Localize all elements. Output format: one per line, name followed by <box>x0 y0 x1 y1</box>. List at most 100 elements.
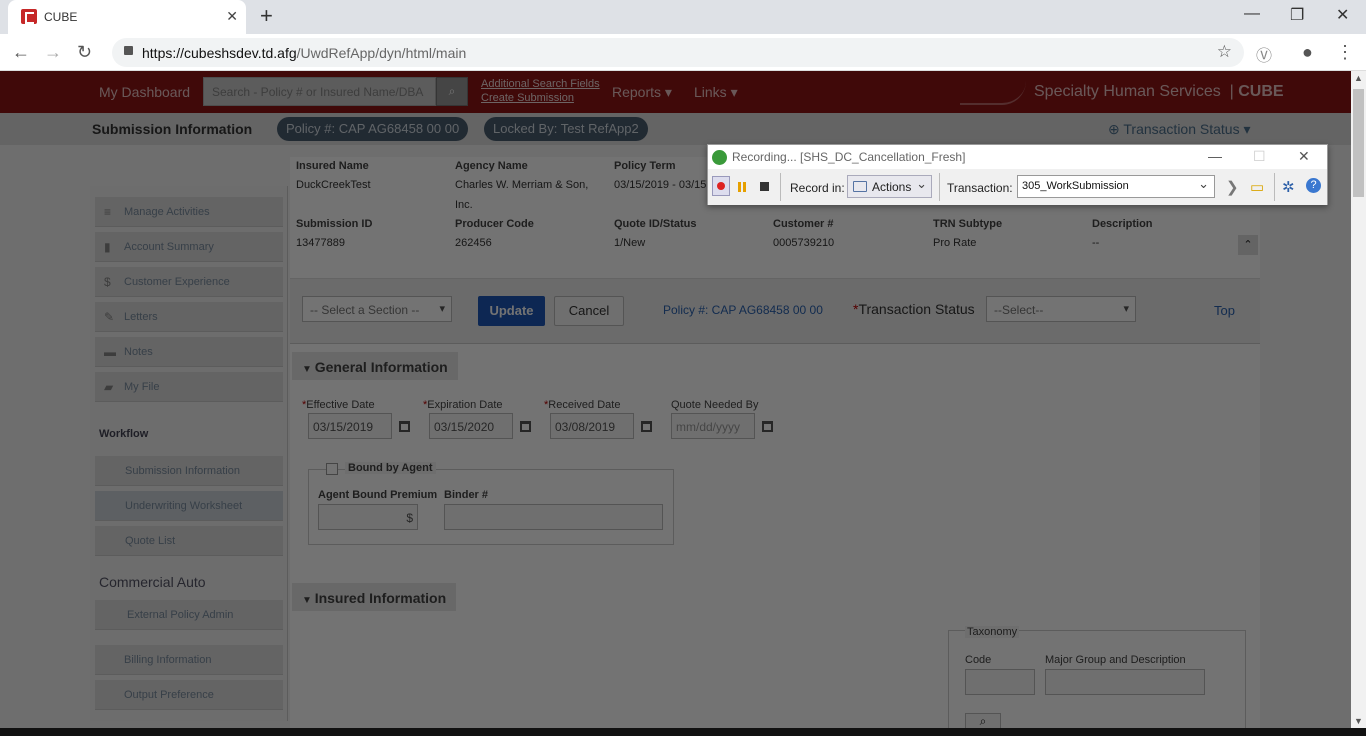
sidebar-item-external-policy-admin[interactable]: External Policy Admin <box>95 600 283 630</box>
page-title: Submission Information <box>92 121 253 137</box>
record-icon[interactable] <box>712 176 730 196</box>
sidebar-item-manage-activities[interactable]: ≡ Manage Activities <box>95 197 283 227</box>
received-date-input[interactable]: 03/08/2019 <box>550 413 634 439</box>
calendar-icon[interactable] <box>399 421 410 432</box>
sidebar-item-billing-information[interactable]: Billing Information <box>95 645 283 675</box>
section-select[interactable]: -- Select a Section -- <box>302 296 452 322</box>
taxonomy-search-icon[interactable]: ⌕ <box>965 713 1001 728</box>
sidebar-item-notes[interactable]: ▬ Notes <box>95 337 283 367</box>
effective-date-input[interactable]: 03/15/2019 <box>308 413 392 439</box>
restore-icon[interactable]: ❐ <box>1290 5 1304 25</box>
back-icon[interactable]: ← <box>12 42 30 63</box>
sidebar-item-account-summary[interactable]: ▮ Account Summary <box>95 232 283 262</box>
scroll-up-icon[interactable]: ▲ <box>1354 73 1363 83</box>
policy-search-input[interactable]: Search - Policy # or Insured Name/DBA <box>203 77 436 106</box>
browser-toolbar: ← → ↻ https://cubeshsdev.td.afg/UwdRefAp… <box>0 34 1366 71</box>
plus-circle-icon: ⊕ <box>1108 121 1124 137</box>
insured-information-heading[interactable]: ▼ Insured Information <box>292 583 457 611</box>
sidebar-item-my-file[interactable]: ▰ My File <box>95 372 283 402</box>
recorder-titlebar: Recording... [SHS_DC_Cancellation_Fresh]… <box>708 145 1327 169</box>
bound-by-agent-label: Bound by Agent <box>345 462 436 474</box>
calendar-icon[interactable] <box>641 421 652 432</box>
my-dashboard-link[interactable]: My Dashboard <box>99 84 190 100</box>
binder-number-input[interactable] <box>444 504 663 530</box>
producer-code-label: Producer Code <box>455 218 534 230</box>
close-window-icon[interactable]: ✕ <box>1336 5 1349 25</box>
sidebar-item-quote-list[interactable]: Quote List <box>95 526 283 556</box>
page-scrollbar[interactable]: ▲ ▼ <box>1351 71 1366 728</box>
quote-status-value: 1/New <box>614 237 646 249</box>
collapse-chevrons-icon[interactable]: ⌃ <box>1238 235 1258 255</box>
divider <box>780 173 781 201</box>
spy-settings-icon[interactable]: ✲ <box>1282 178 1295 196</box>
recorder-close-icon[interactable]: ✕ <box>1298 148 1310 165</box>
sidebar: ≡ Manage Activities ▮ Account Summary $ Cus… <box>90 186 288 721</box>
sidebar-item-customer-experience[interactable]: $ Customer Experience <box>95 267 283 297</box>
sidebar-item-underwriting-worksheet[interactable]: Underwriting Worksheet <box>95 491 283 521</box>
address-bar[interactable]: https://cubeshsdev.td.afg/UwdRefApp/dyn/… <box>112 38 1244 67</box>
lock-icon <box>124 46 133 55</box>
policy-term-label: Policy Term <box>614 160 676 172</box>
additional-search-fields-link[interactable]: Additional Search Fields <box>481 77 600 91</box>
general-information-heading[interactable]: ▼ General Information <box>292 352 458 380</box>
major-group-label: Major Group and Description <box>1045 654 1186 666</box>
forward-icon[interactable]: → <box>44 42 62 63</box>
close-tab-icon[interactable]: ✕ <box>226 8 238 25</box>
calendar-icon[interactable] <box>762 421 773 432</box>
help-icon[interactable]: ? <box>1306 178 1321 193</box>
pause-icon[interactable] <box>738 182 746 192</box>
top-link[interactable]: Top <box>1214 303 1235 318</box>
agent-bound-premium-input[interactable]: $ <box>318 504 418 530</box>
calendar-icon[interactable] <box>520 421 531 432</box>
browser-tabstrip: CUBE ✕ + — ❐ ✕ <box>0 0 1366 34</box>
transaction-dropdown[interactable]: 305_WorkSubmission <box>1017 175 1215 198</box>
record-in-dropdown[interactable]: Actions <box>847 175 932 198</box>
document-icon: ▮ <box>104 240 111 254</box>
bookmark-star-icon[interactable]: ☆ <box>1217 42 1232 62</box>
reload-icon[interactable]: ↻ <box>77 42 92 63</box>
taxonomy-code-input[interactable] <box>965 669 1035 695</box>
scroll-down-icon[interactable]: ▼ <box>1354 716 1363 726</box>
expiration-date-input[interactable]: 03/15/2020 <box>429 413 513 439</box>
brand-logo: Specialty Human Services | CUBE <box>1034 83 1284 100</box>
create-submission-link[interactable]: Create Submission <box>481 91 600 105</box>
search-icon[interactable]: ⌕ <box>436 77 468 106</box>
new-tab-icon[interactable]: + <box>260 5 273 27</box>
sidebar-item-letters[interactable]: ✎ Letters <box>95 302 283 332</box>
play-arrow-icon[interactable]: ❯ <box>1226 178 1239 196</box>
sidebar-item-submission-information[interactable]: Submission Information <box>95 456 283 486</box>
browser-tab[interactable]: CUBE ✕ <box>8 0 246 34</box>
edit-icon: ✎ <box>104 310 115 324</box>
scroll-thumb[interactable] <box>1353 89 1364 197</box>
stop-icon[interactable] <box>760 182 769 191</box>
open-folder-icon[interactable]: ▭ <box>1250 178 1264 196</box>
transaction-status-toggle[interactable]: ⊕ Transaction Status ▾ <box>1108 121 1251 138</box>
minimize-icon[interactable]: — <box>1244 5 1260 23</box>
policy-number-link[interactable]: Policy #: CAP AG68458 00 00 <box>663 303 823 317</box>
cancel-button[interactable]: Cancel <box>554 296 624 326</box>
action-toolbar: -- Select a Section -- Update Cancel Pol… <box>290 278 1260 344</box>
transaction-label: Transaction: <box>947 181 1013 195</box>
transaction-status-label: *Transaction Status <box>853 301 975 317</box>
insured-name-label: Insured Name <box>296 160 369 172</box>
sidebar-item-output-preference[interactable]: Output Preference <box>95 680 283 710</box>
cube-favicon-icon <box>21 9 37 24</box>
collapse-triangle-icon: ▼ <box>302 595 315 606</box>
page-subheader: Submission Information Policy #: CAP AG6… <box>0 113 1351 145</box>
links-menu[interactable]: Links ▾ <box>694 84 738 101</box>
major-group-input[interactable] <box>1045 669 1205 695</box>
locked-by-badge: Locked By: Test RefApp2 <box>484 117 648 141</box>
extension-icon[interactable]: Ⓥ <box>1256 42 1272 66</box>
quote-needed-input[interactable]: mm/dd/yyyy <box>671 413 755 439</box>
customer-number-label: Customer # <box>773 218 834 230</box>
update-button[interactable]: Update <box>478 296 545 326</box>
transaction-status-select[interactable]: --Select-- <box>986 296 1136 322</box>
bound-by-agent-checkbox[interactable] <box>326 463 338 475</box>
reports-menu[interactable]: Reports ▾ <box>612 84 672 101</box>
submission-id-label: Submission ID <box>296 218 373 230</box>
recorder-minimize-icon[interactable]: — <box>1208 148 1222 164</box>
policy-number-badge: Policy #: CAP AG68458 00 00 <box>277 117 469 141</box>
menu-kebab-icon[interactable]: ⋮ <box>1336 42 1354 63</box>
profile-icon[interactable]: ● <box>1302 42 1313 63</box>
agency-name-value-2: Inc. <box>455 199 473 211</box>
